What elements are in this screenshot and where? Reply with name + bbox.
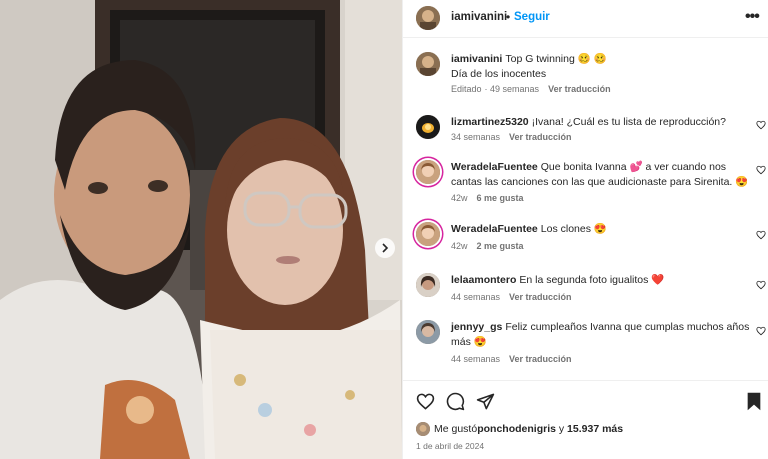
comment-time: 42w xyxy=(451,241,468,251)
comment-time: 44 semanas xyxy=(451,292,501,302)
comment-text: jennyy_gs Feliz cumpleaños Ivanna que cum… xyxy=(451,320,751,349)
comment-meta: 42w 6 me gusta xyxy=(451,193,533,203)
post-photo[interactable] xyxy=(0,0,402,459)
caption-line-1: Top G twinning 🥴 🥴 xyxy=(505,53,607,65)
post-header: iamivanini • Seguir ••• xyxy=(403,0,768,38)
liker-avatar[interactable] xyxy=(416,422,430,436)
author-username[interactable]: iamivanini xyxy=(451,11,507,23)
comment-meta: 42w 2 me gusta xyxy=(451,241,533,251)
separator-dot: • xyxy=(506,10,511,24)
comment-bubble-icon xyxy=(446,392,465,411)
caption-translate-link[interactable]: Ver traducción xyxy=(548,84,611,94)
likes-middle: y xyxy=(555,423,568,435)
heart-icon xyxy=(756,230,766,240)
comment-body: Los clones 😍 xyxy=(540,223,607,235)
comment-body: ¡Ivana! ¿Cuál es tu lista de reproducció… xyxy=(531,116,726,128)
comment-translate-link[interactable]: Ver traducción xyxy=(509,354,572,364)
post-actions: Me gustó ponchodenigris y 15.937 más 1 d… xyxy=(403,380,768,459)
caption-line-2: Día de los inocentes xyxy=(451,67,547,80)
like-comment-button[interactable] xyxy=(756,120,766,130)
next-photo-button[interactable] xyxy=(375,238,395,258)
caption-username[interactable]: iamivanini xyxy=(451,53,502,65)
commenter-avatar[interactable] xyxy=(416,320,440,344)
photo-illustration xyxy=(0,0,402,459)
heart-icon xyxy=(416,393,435,410)
heart-icon xyxy=(756,120,766,130)
commenter-username[interactable]: WeradelaFuentee xyxy=(451,223,538,235)
commenter-username[interactable]: jennyy_gs xyxy=(451,321,502,333)
comment-text: lizmartinez5320 ¡Ivana! ¿Cuál es tu lista… xyxy=(451,115,751,130)
comment-meta: 44 semanas Ver traducción xyxy=(451,354,581,364)
comment-translate-link[interactable]: Ver traducción xyxy=(509,132,572,142)
follow-button[interactable]: Seguir xyxy=(514,11,550,23)
comment-meta: 34 semanas Ver traducción xyxy=(451,132,581,142)
commenter-avatar[interactable] xyxy=(416,115,440,139)
comment-text: lelaamontero En la segunda foto igualitos… xyxy=(451,273,751,288)
comment-likes[interactable]: 6 me gusta xyxy=(477,193,524,203)
post-date[interactable]: 1 de abril de 2024 xyxy=(416,441,484,451)
like-comment-button[interactable] xyxy=(756,165,766,175)
commenter-avatar[interactable] xyxy=(416,222,440,246)
like-comment-button[interactable] xyxy=(756,326,766,336)
heart-icon xyxy=(756,326,766,336)
more-options-icon[interactable]: ••• xyxy=(745,8,760,26)
instagram-post-modal: iamivanini • Seguir ••• iamivanini Top G … xyxy=(0,0,768,459)
likes-summary[interactable]: Me gustó ponchodenigris y 15.937 más xyxy=(416,422,623,436)
likes-prefix: Me gustó xyxy=(434,423,478,435)
commenter-username[interactable]: lizmartinez5320 xyxy=(451,116,529,128)
comment-text: WeradelaFuentee Que bonita Ivanna 💕 a ver… xyxy=(451,160,751,189)
comment-meta: 44 semanas Ver traducción xyxy=(451,292,581,302)
comment-time: 44 semanas xyxy=(451,354,501,364)
comment-likes[interactable]: 2 me gusta xyxy=(477,241,524,251)
comment-text: WeradelaFuentee Los clones 😍 xyxy=(451,222,751,237)
comment-time: 34 semanas xyxy=(451,132,501,142)
edited-label: Editado xyxy=(451,84,482,94)
heart-icon xyxy=(756,280,766,290)
caption-time: · 49 semanas xyxy=(484,84,540,94)
comment-button[interactable] xyxy=(446,392,465,416)
comment-translate-link[interactable]: Ver traducción xyxy=(509,292,572,302)
comment-time: 42w xyxy=(451,193,468,203)
commenter-username[interactable]: WeradelaFuentee xyxy=(451,161,538,173)
commenter-avatar[interactable] xyxy=(416,160,440,184)
heart-icon xyxy=(756,165,766,175)
share-button[interactable] xyxy=(476,392,495,416)
liker-username[interactable]: ponchodenigris xyxy=(477,423,556,435)
comment-body: En la segunda foto igualitos ❤️ xyxy=(519,274,665,286)
post-details-pane: iamivanini • Seguir ••• iamivanini Top G … xyxy=(402,0,768,459)
bookmark-icon xyxy=(747,392,761,411)
commenter-username[interactable]: lelaamontero xyxy=(451,274,516,286)
save-button[interactable] xyxy=(746,392,762,416)
send-icon xyxy=(476,393,495,410)
caption-meta: Editado · 49 semanas Ver traducción xyxy=(451,84,620,94)
author-avatar[interactable] xyxy=(416,6,440,30)
like-button[interactable] xyxy=(416,392,435,416)
commenter-avatar[interactable] xyxy=(416,273,440,297)
comments-list[interactable]: iamivanini Top G twinning 🥴 🥴 Día de los … xyxy=(403,38,768,380)
caption-author-avatar[interactable] xyxy=(416,52,440,76)
likes-count[interactable]: 15.937 más xyxy=(567,423,623,435)
chevron-right-icon xyxy=(382,243,389,253)
like-comment-button[interactable] xyxy=(756,280,766,290)
like-comment-button[interactable] xyxy=(756,230,766,240)
caption-text: iamivanini Top G twinning 🥴 🥴 Día de los … xyxy=(451,52,751,81)
